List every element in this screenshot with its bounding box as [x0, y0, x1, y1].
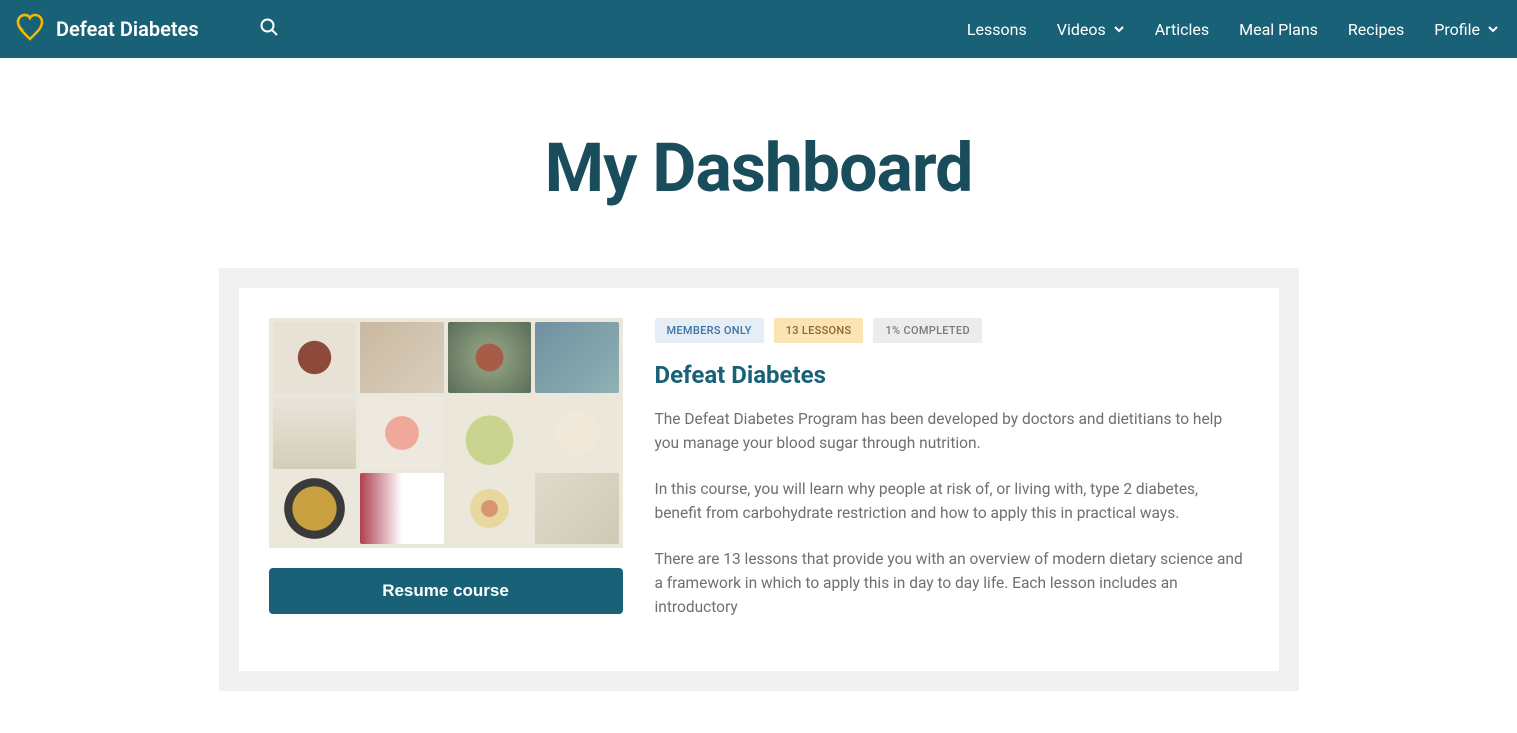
- food-tile: [273, 397, 357, 468]
- nav-recipes[interactable]: Recipes: [1348, 20, 1404, 39]
- nav-profile-label: Profile: [1434, 20, 1480, 39]
- food-tile: [535, 397, 619, 468]
- brand-name: Defeat Diabetes: [56, 17, 199, 41]
- nav-articles[interactable]: Articles: [1155, 20, 1209, 39]
- food-tile: [448, 473, 532, 544]
- nav-profile[interactable]: Profile: [1434, 20, 1499, 39]
- course-right-column: MEMBERS ONLY 13 LESSONS 1% COMPLETED Def…: [655, 318, 1249, 641]
- food-tile: [448, 397, 532, 468]
- food-tile: [360, 322, 444, 393]
- course-description: The Defeat Diabetes Program has been dev…: [655, 407, 1249, 619]
- course-card: Resume course MEMBERS ONLY 13 LESSONS 1%…: [239, 288, 1279, 671]
- food-tile: [273, 322, 357, 393]
- chevron-down-icon: [1487, 20, 1499, 39]
- dashboard-container: Resume course MEMBERS ONLY 13 LESSONS 1%…: [219, 268, 1299, 691]
- food-tile: [360, 397, 444, 468]
- nav-videos-label: Videos: [1057, 20, 1106, 39]
- resume-course-button[interactable]: Resume course: [269, 568, 623, 614]
- search-icon: [259, 17, 279, 41]
- course-desc-paragraph: There are 13 lessons that provide you wi…: [655, 547, 1249, 619]
- nav-lessons[interactable]: Lessons: [967, 20, 1027, 39]
- lessons-count-badge: 13 LESSONS: [774, 318, 864, 343]
- food-tile: [535, 473, 619, 544]
- nav-videos[interactable]: Videos: [1057, 20, 1125, 39]
- main-header: Defeat Diabetes Lessons Videos Articles …: [0, 0, 1517, 58]
- nav-mealplans[interactable]: Meal Plans: [1239, 20, 1318, 39]
- food-tile: [535, 322, 619, 393]
- course-badges: MEMBERS ONLY 13 LESSONS 1% COMPLETED: [655, 318, 1249, 343]
- completion-badge: 1% COMPLETED: [873, 318, 981, 343]
- members-only-badge: MEMBERS ONLY: [655, 318, 764, 343]
- search-button[interactable]: [259, 17, 279, 41]
- course-desc-paragraph: The Defeat Diabetes Program has been dev…: [655, 407, 1249, 455]
- chevron-down-icon: [1113, 20, 1125, 39]
- main-nav: Lessons Videos Articles Meal Plans Recip…: [967, 20, 1503, 39]
- food-tile: [273, 473, 357, 544]
- food-tile: [360, 473, 444, 544]
- course-desc-paragraph: In this course, you will learn why peopl…: [655, 477, 1249, 525]
- course-left-column: Resume course: [269, 318, 623, 641]
- brand-logo[interactable]: Defeat Diabetes: [14, 11, 199, 47]
- course-title[interactable]: Defeat Diabetes: [655, 361, 1249, 389]
- course-thumbnail[interactable]: [269, 318, 623, 548]
- page-title: My Dashboard: [0, 128, 1517, 208]
- heart-logo-icon: [14, 11, 46, 47]
- food-tile: [448, 322, 532, 393]
